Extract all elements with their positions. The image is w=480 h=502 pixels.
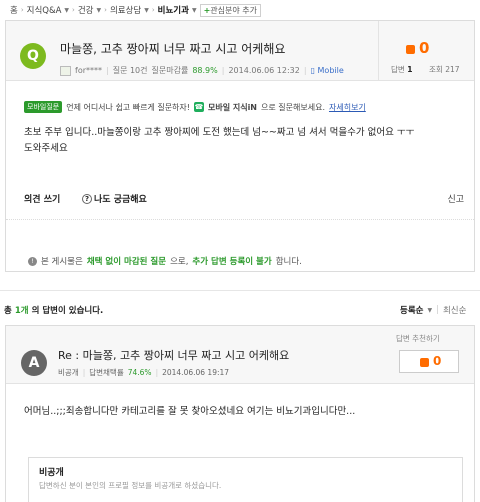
- answers-stat-value: 1: [407, 65, 413, 74]
- views-stat: 조회 217: [429, 64, 460, 75]
- divider: |: [436, 305, 439, 315]
- info-mid: 으로,: [170, 257, 189, 267]
- closing-rate-label: 질문마감률: [151, 66, 189, 75]
- adopt-rate-label: 답변채택률: [89, 368, 124, 377]
- views-stat-value: 217: [445, 65, 460, 74]
- adopt-rate-value: 74.6%: [127, 368, 152, 377]
- phone-icon: ▯: [310, 66, 315, 75]
- answer-body: 어머님..;;;죄송합니다만 카테고리를 잘 못 찾아오셨네요 여기는 비뇨기과…: [24, 406, 356, 417]
- recommend-label: 답변 추천하기: [396, 334, 440, 343]
- profile-card: 비공개 답변하신 분이 본인의 프로필 정보를 비공개로 하셨습니다.: [28, 457, 463, 502]
- divider: [0, 290, 480, 291]
- views-stat-label: 조회: [429, 65, 443, 74]
- recommend-count: 0: [433, 354, 442, 368]
- answers-stat: 답변 1: [391, 64, 412, 75]
- answer-count-value: 1개: [14, 306, 29, 316]
- closed-notice: ! 본 게시물은 채택 없이 마감된 질문 으로, 추가 답변 등록이 불가 합…: [28, 255, 302, 267]
- question-source: Mobile: [317, 66, 344, 75]
- thumbs-up-icon: [420, 358, 429, 367]
- caret-down-icon[interactable]: ▼: [97, 7, 102, 14]
- breadcrumb-home[interactable]: 홈: [10, 4, 18, 16]
- divider: |: [155, 368, 159, 377]
- details-link[interactable]: 자세히보기: [329, 102, 366, 113]
- answer-count: 총 1개 의 답변이 있습니다.: [4, 304, 103, 316]
- question-stats: 0 답변 1 조회 217: [378, 21, 474, 80]
- curious-label: 나도 궁금해요: [94, 195, 147, 205]
- plus-icon: +: [203, 5, 211, 15]
- mobile-question-tag: 모바일질문: [24, 101, 63, 113]
- chevron-right-icon: ›: [151, 6, 155, 14]
- chevron-right-icon: ›: [20, 6, 24, 14]
- breadcrumb: 홈 › 지식Q&A ▼ › 건강 ▼ › 의료상담 ▼ › 비뇨기과 ▼ + 관심…: [10, 3, 261, 17]
- report-button[interactable]: 신고: [447, 192, 464, 205]
- add-favorite-label: 관심분야 추가: [210, 5, 257, 15]
- profile-card-title: 비공개: [39, 468, 64, 478]
- question-author[interactable]: for****: [75, 66, 102, 75]
- breadcrumb-medical[interactable]: 의료상담: [110, 4, 141, 16]
- caret-down-icon[interactable]: ▼: [144, 7, 149, 14]
- answer-avatar-icon: A: [21, 350, 47, 376]
- answer-title: Re : 마늘쫑, 고추 짱아찌 너무 짜고 시고 어케해요: [58, 349, 290, 362]
- question-likes: 0: [419, 39, 430, 57]
- question-avatar-icon: Q: [20, 43, 46, 69]
- answers-stat-label: 답변: [391, 65, 405, 74]
- info-suffix: 합니다.: [275, 257, 302, 267]
- question-count: 질문 10건: [112, 66, 148, 75]
- curious-button[interactable]: ? 나도 궁금해요: [82, 192, 147, 205]
- info-icon: !: [28, 256, 37, 266]
- caret-down-icon[interactable]: ▼: [427, 307, 432, 314]
- add-favorite-button[interactable]: + 관심분야 추가: [199, 3, 261, 17]
- sort-by-registered[interactable]: 등록순: [400, 304, 423, 316]
- question-body: 초보 주부 입니다..마늘쫑이랑 고추 짱아찌에 도전 했는데 넘~~짜고 넘 …: [24, 125, 464, 157]
- mobile-notice: 모바일질문 언제 어디서나 쉽고 빠르게 질문하자! ☎ 모바일 지식iN 으로…: [24, 101, 366, 113]
- question-body-line: 초보 주부 입니다..마늘쫑이랑 고추 짱아찌에 도전 했는데 넘~~짜고 넘 …: [24, 127, 415, 138]
- divider: |: [221, 66, 225, 75]
- recommend-button[interactable]: 0: [399, 350, 459, 373]
- notice-text: 언제 어디서나 쉽고 빠르게 질문하자!: [66, 102, 190, 112]
- question-date: 2014.06.06 12:32: [228, 66, 300, 75]
- profile-card-subtitle: 답변하신 분이 본인의 프로필 정보를 비공개로 하셨습니다.: [39, 481, 222, 490]
- caret-down-icon[interactable]: ▼: [192, 7, 197, 14]
- app-name: 모바일 지식iN: [207, 102, 258, 112]
- divider: |: [82, 368, 86, 377]
- caret-down-icon[interactable]: ▼: [64, 7, 69, 14]
- info-prefix: 본 게시물은: [41, 257, 83, 267]
- answer-box: A Re : 마늘쫑, 고추 짱아찌 너무 짜고 시고 어케해요 비공개 | 답…: [5, 325, 475, 502]
- comment-button[interactable]: 의견 쓰기: [24, 192, 60, 205]
- divider: |: [303, 66, 307, 75]
- info-highlight-closed: 채택 없이 마감된 질문: [86, 257, 167, 267]
- question-mark-icon: ?: [82, 193, 92, 204]
- divider: [6, 219, 474, 220]
- chevron-right-icon: ›: [72, 6, 75, 14]
- sort-controls: 등록순 ▼ | 최신순: [400, 304, 466, 316]
- answer-header: A Re : 마늘쫑, 고추 짱아찌 너무 짜고 시고 어케해요 비공개 | 답…: [6, 326, 474, 384]
- answer-date: 2014.06.06 19:17: [162, 368, 230, 377]
- breadcrumb-qa[interactable]: 지식Q&A: [27, 4, 62, 16]
- answer-meta: 비공개 | 답변채택률 74.6% | 2014.06.06 19:17: [58, 367, 229, 378]
- question-box: Q 마늘쫑, 고추 짱아찌 너무 짜고 시고 어케해요 for**** | 질문…: [5, 20, 475, 272]
- answer-count-suffix: 의 답변이 있습니다.: [31, 306, 104, 316]
- sort-by-latest[interactable]: 최신순: [443, 304, 466, 316]
- chevron-right-icon: ›: [104, 6, 107, 14]
- breadcrumb-urology[interactable]: 비뇨기과: [158, 4, 189, 16]
- answer-count-prefix: 총: [4, 306, 12, 316]
- breadcrumb-health[interactable]: 건강: [78, 4, 94, 16]
- mobile-source: ▯ Mobile: [311, 66, 344, 75]
- question-header: Q 마늘쫑, 고추 짱아찌 너무 짜고 시고 어케해요 for**** | 질문…: [6, 21, 474, 81]
- question-actions: 의견 쓰기 ? 나도 궁금해요 신고: [24, 192, 464, 206]
- info-highlight-no-answers: 추가 답변 등록이 불가: [192, 257, 272, 267]
- kin-app-icon: ☎: [193, 102, 204, 112]
- thumbs-up-icon: [406, 45, 415, 54]
- profile-picture-icon: [60, 65, 71, 76]
- question-body-line: 도와주세요: [24, 143, 68, 154]
- question-meta: for**** | 질문 10건 질문마감률 88.9% | 2014.06.0…: [60, 65, 344, 76]
- answer-author: 비공개: [58, 368, 79, 377]
- notice-text-2: 으로 질문해보세요.: [261, 102, 325, 112]
- closing-rate-value: 88.9%: [192, 66, 218, 75]
- divider: |: [106, 66, 109, 75]
- question-title: 마늘쫑, 고추 짱아찌 너무 짜고 시고 어케해요: [60, 42, 286, 56]
